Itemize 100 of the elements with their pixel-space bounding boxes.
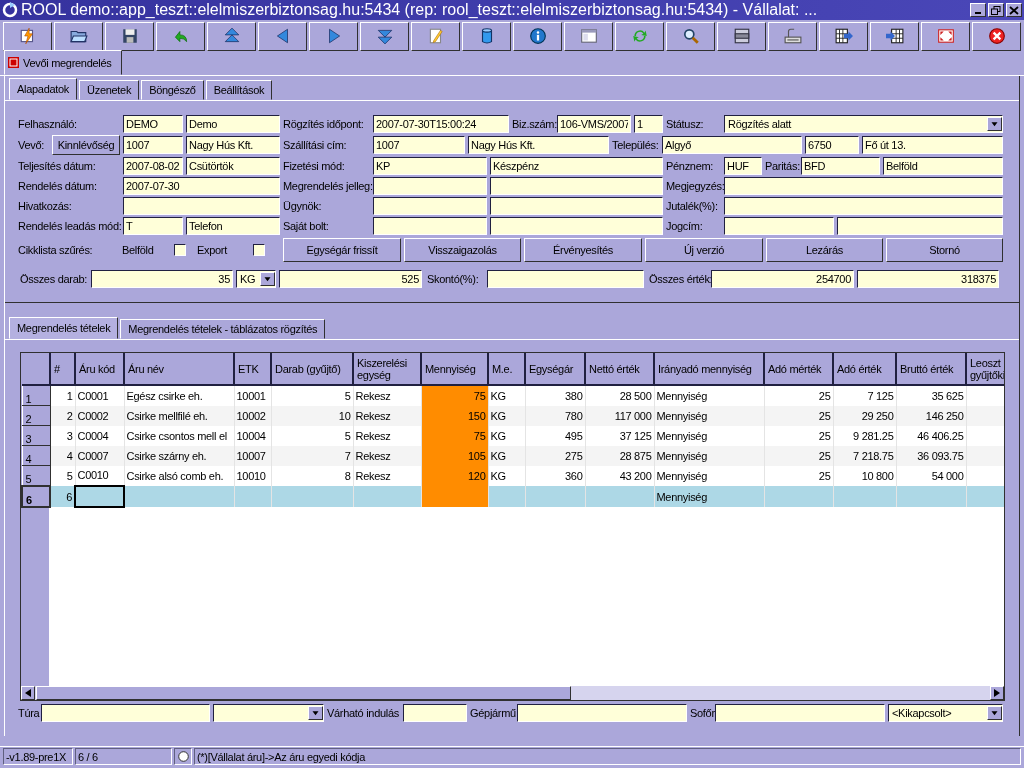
column-header[interactable]: Bruttó érték (896, 353, 966, 385)
input-field[interactable] (123, 197, 280, 215)
input-field[interactable] (487, 270, 644, 288)
input-field[interactable]: Nagy Hús Kft. (186, 136, 280, 154)
toolbar-button[interactable] (666, 21, 715, 51)
scroll-right-button[interactable] (990, 686, 1004, 700)
input-field[interactable] (724, 177, 1003, 195)
input-field[interactable] (490, 177, 663, 195)
row-header[interactable]: 4 (22, 445, 50, 466)
input-field[interactable] (41, 704, 210, 722)
input-field[interactable]: Telefon (186, 217, 280, 235)
toolbar-button[interactable] (768, 21, 817, 51)
input-field[interactable]: 525 (279, 270, 422, 288)
action-button[interactable]: Stornó (886, 238, 1003, 262)
row-header[interactable]: 1 (22, 385, 50, 406)
input-field[interactable]: Belföld (883, 157, 1003, 175)
input-field[interactable]: BFD (801, 157, 880, 175)
input-field[interactable]: Csütörtök (186, 157, 280, 175)
input-field[interactable]: KP (373, 157, 487, 175)
input-field[interactable]: 1 (634, 115, 663, 133)
input-field[interactable]: 1007 (373, 136, 465, 154)
input-field[interactable] (837, 217, 1003, 235)
input-field[interactable] (403, 704, 467, 722)
toolbar-button[interactable] (207, 21, 256, 51)
toolbar-button[interactable] (411, 21, 460, 51)
input-field[interactable] (490, 197, 663, 215)
minimize-button[interactable] (970, 3, 986, 17)
input-field[interactable]: 1007 (123, 136, 183, 154)
close-button[interactable] (1006, 3, 1022, 17)
input-field[interactable] (373, 177, 487, 195)
column-header[interactable]: Egységár (525, 353, 585, 385)
tab[interactable]: Üzenetek (79, 80, 140, 100)
column-header[interactable]: Leoszt gyűjtőki (966, 353, 1004, 385)
input-field[interactable]: Demo (186, 115, 280, 133)
tab[interactable]: Megrendelés tételek - táblázatos rögzítés (120, 319, 326, 339)
input-field[interactable]: Algyő (662, 136, 802, 154)
column-header[interactable]: Adó mérték (764, 353, 833, 385)
input-field[interactable]: 2007-08-02 (123, 157, 183, 175)
toolbar-button[interactable] (54, 21, 103, 51)
tab[interactable]: Böngésző (141, 80, 204, 100)
dropdown[interactable]: Rögzítés alatt (724, 115, 1003, 133)
toolbar-button[interactable] (972, 21, 1021, 51)
input-field[interactable]: 6750 (805, 136, 859, 154)
column-header[interactable]: Adó érték (833, 353, 896, 385)
input-field[interactable]: DEMO (123, 115, 183, 133)
input-field[interactable]: HUF (724, 157, 762, 175)
column-header[interactable]: Darab (gyűjtő) (271, 353, 353, 385)
toolbar-button[interactable] (717, 21, 766, 51)
toolbar-button[interactable] (870, 21, 919, 51)
input-field[interactable]: Fő út 13. (862, 136, 1003, 154)
column-header[interactable]: ETK (234, 353, 271, 385)
input-field[interactable] (373, 197, 487, 215)
input-field[interactable]: 35 (91, 270, 233, 288)
action-button[interactable]: Egységár frissít (283, 238, 401, 262)
dropdown[interactable]: <Kikapcsolt> (888, 704, 1003, 722)
toolbar-button[interactable] (156, 21, 205, 51)
column-header[interactable]: Irányadó mennyiség (654, 353, 764, 385)
scroll-thumb[interactable] (36, 686, 571, 700)
toolbar-button[interactable] (360, 21, 409, 51)
input-field[interactable] (715, 704, 885, 722)
input-field[interactable] (490, 217, 663, 235)
row-header[interactable]: 2 (22, 405, 50, 426)
row-header[interactable]: 6 (22, 486, 50, 507)
input-field[interactable]: Készpénz (490, 157, 663, 175)
input-field[interactable] (517, 704, 687, 722)
input-field[interactable]: T (123, 217, 183, 235)
document-tab[interactable]: Vevői megrendelés (4, 50, 123, 75)
action-button[interactable]: Lezárás (766, 238, 883, 262)
dropdown[interactable] (213, 704, 324, 722)
column-header[interactable]: M.e. (488, 353, 525, 385)
toolbar-button[interactable] (921, 21, 970, 51)
input-field[interactable]: Nagy Hús Kft. (468, 136, 609, 154)
scroll-left-button[interactable] (21, 686, 35, 700)
checkbox[interactable] (253, 244, 265, 256)
toolbar-button[interactable] (615, 21, 664, 51)
input-field[interactable] (724, 217, 834, 235)
input-field[interactable] (724, 197, 1003, 215)
action-button[interactable]: Új verzió (645, 238, 763, 262)
tab[interactable]: Alapadatok (9, 78, 78, 100)
toolbar-button[interactable] (309, 21, 358, 51)
input-field[interactable]: 2007-07-30 (123, 177, 280, 195)
tab[interactable]: Megrendelés tételek (9, 317, 119, 339)
column-header[interactable]: Mennyiség (421, 353, 488, 385)
input-field[interactable]: 254700 (711, 270, 854, 288)
input-field[interactable]: 2007-07-30T15:00:24 (373, 115, 509, 133)
action-button[interactable]: Érvényesítés (524, 238, 642, 262)
restore-button[interactable] (988, 3, 1004, 17)
toolbar-button[interactable] (819, 21, 868, 51)
toolbar-button[interactable] (105, 21, 154, 51)
column-header[interactable]: # (50, 353, 75, 385)
action-button[interactable]: Kinnlévőség (52, 135, 120, 155)
toolbar-button[interactable] (3, 21, 52, 51)
tab[interactable]: Beállítások (205, 80, 273, 100)
toolbar-button[interactable] (258, 21, 307, 51)
column-header[interactable]: Áru név (124, 353, 234, 385)
checkbox[interactable] (174, 244, 186, 256)
toolbar-button[interactable] (513, 21, 562, 51)
column-header[interactable]: Kiszerelési egység (353, 353, 421, 385)
input-field[interactable] (373, 217, 487, 235)
row-header[interactable]: 3 (22, 425, 50, 446)
